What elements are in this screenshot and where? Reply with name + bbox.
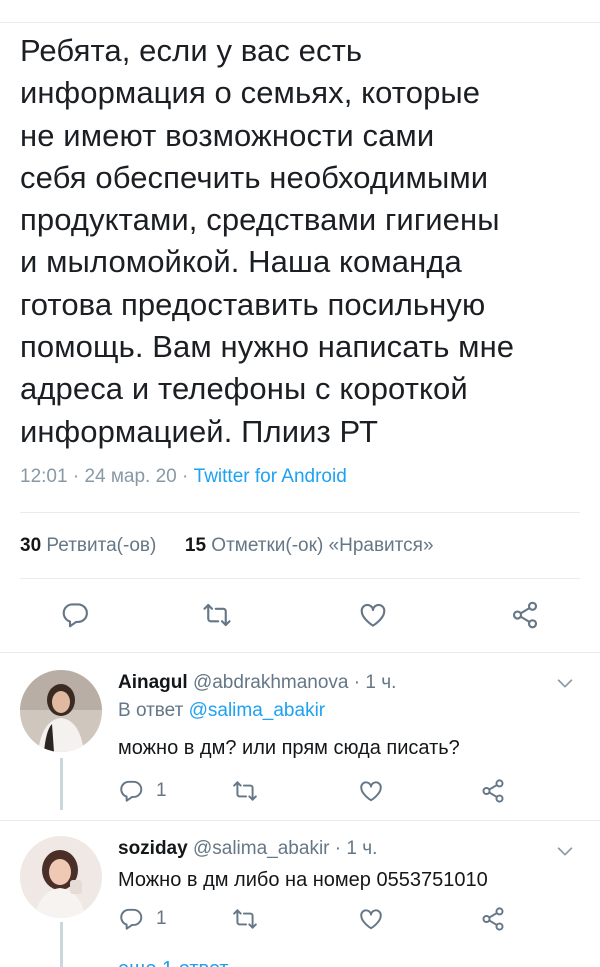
reply-to-mention[interactable]: @salima_abakir bbox=[189, 700, 326, 721]
reply-icon bbox=[118, 906, 144, 932]
chevron-down-icon bbox=[554, 679, 576, 698]
like-button[interactable] bbox=[358, 906, 384, 932]
retweet-button[interactable] bbox=[202, 600, 232, 630]
more-options-button[interactable] bbox=[554, 672, 576, 699]
reply-button[interactable] bbox=[60, 600, 90, 630]
thread-line bbox=[60, 922, 63, 967]
chevron-down-icon bbox=[554, 847, 576, 866]
meta-separator: · bbox=[182, 466, 189, 487]
reply-context: В ответ @salima_abakir bbox=[118, 700, 325, 722]
share-button[interactable] bbox=[510, 600, 540, 630]
reply-icon bbox=[118, 778, 144, 804]
divider bbox=[20, 512, 580, 513]
reply-time: 1 ч. bbox=[346, 838, 378, 859]
more-options-button[interactable] bbox=[554, 840, 576, 867]
retweet-icon bbox=[202, 600, 232, 630]
reply-text: можно в дм? или прям сюда писать? bbox=[118, 737, 460, 759]
top-divider bbox=[0, 22, 600, 23]
reply-author-name[interactable]: Ainagul bbox=[118, 672, 188, 693]
retweets-count: 30 bbox=[20, 535, 42, 556]
tweet-source-link[interactable]: Twitter for Android bbox=[194, 466, 347, 487]
retweet-icon bbox=[232, 906, 258, 932]
retweet-icon bbox=[232, 778, 258, 804]
reply-button[interactable]: 1 bbox=[118, 906, 167, 932]
cut-off-header: ... bbox=[120, 0, 260, 4]
reply-icon bbox=[60, 600, 90, 630]
share-icon bbox=[480, 906, 506, 932]
divider bbox=[0, 652, 600, 653]
tweet-time: 12:01 bbox=[20, 466, 68, 487]
likes-stat[interactable]: 15 Отметки(-ок) «Нравится» bbox=[185, 535, 434, 556]
reply-text: Можно в дм либо на номер 0553751010 bbox=[118, 869, 488, 891]
tweet-stats: 30 Ретвита(-ов) 15 Отметки(-ок) «Нравитс… bbox=[20, 535, 434, 557]
avatar[interactable] bbox=[20, 836, 102, 918]
like-button[interactable] bbox=[358, 600, 388, 630]
avatar[interactable] bbox=[20, 670, 102, 752]
show-more-replies-link[interactable]: еще 1 ответ bbox=[118, 958, 229, 967]
reply-author-handle[interactable]: @salima_abakir bbox=[193, 838, 330, 859]
share-button[interactable] bbox=[480, 906, 506, 932]
share-button[interactable] bbox=[480, 778, 506, 804]
likes-label: Отметки(-ок) «Нравится» bbox=[211, 535, 434, 556]
reply-time: 1 ч. bbox=[365, 672, 397, 693]
heart-icon bbox=[358, 600, 388, 630]
likes-count: 15 bbox=[184, 535, 207, 556]
thread-line bbox=[60, 758, 63, 810]
reply-button[interactable]: 1 bbox=[118, 778, 167, 804]
reply-author-name[interactable]: soziday bbox=[118, 838, 188, 859]
meta-separator: · bbox=[72, 466, 80, 487]
retweet-button[interactable] bbox=[232, 906, 258, 932]
tweet-date: 24 мар. 20 bbox=[84, 466, 177, 487]
like-button[interactable] bbox=[358, 778, 384, 804]
reply-header: soziday @salima_abakir · 1 ч. bbox=[118, 838, 377, 860]
retweets-label: Ретвита(-ов) bbox=[46, 535, 157, 556]
tweet-text: Ребята, если у вас есть информация о сем… bbox=[20, 33, 515, 449]
reply-count: 1 bbox=[156, 908, 167, 929]
tweet-meta: 12:01 · 24 мар. 20 · Twitter for Android bbox=[20, 466, 347, 488]
reply-author-handle[interactable]: @abdrakhmanova bbox=[193, 672, 349, 693]
reply-count: 1 bbox=[156, 780, 167, 801]
reply-to-label: В ответ bbox=[118, 700, 184, 721]
divider bbox=[20, 578, 580, 579]
heart-icon bbox=[358, 778, 384, 804]
retweets-stat[interactable]: 30 Ретвита(-ов) bbox=[20, 535, 162, 556]
share-icon bbox=[480, 778, 506, 804]
divider bbox=[0, 820, 600, 821]
share-icon bbox=[510, 600, 540, 630]
heart-icon bbox=[358, 906, 384, 932]
retweet-button[interactable] bbox=[232, 778, 258, 804]
meta-separator: · bbox=[334, 838, 342, 859]
reply-header: Ainagul @abdrakhmanova · 1 ч. bbox=[118, 672, 396, 694]
meta-separator: · bbox=[353, 672, 361, 693]
